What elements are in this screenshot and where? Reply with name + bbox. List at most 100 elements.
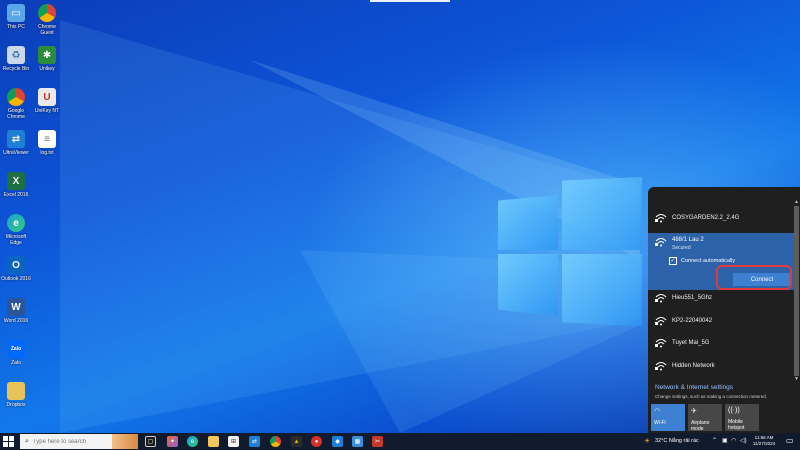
desktop-icon-recycle-bin[interactable]: ♻ Recycle Bin — [0, 46, 32, 72]
unikey-icon: ✱ — [38, 46, 56, 64]
wifi-secured-icon — [655, 294, 667, 303]
search-highlight-art — [112, 434, 138, 449]
desktop-icon-ultraviewer[interactable]: ⇄ UltraViewer — [0, 130, 32, 156]
drive-icon[interactable]: ▲ — [291, 436, 302, 447]
folder-icon — [7, 382, 25, 400]
network-name: Tuyet Mai_5G — [672, 340, 710, 346]
network-item-hieu551[interactable]: Hieu551_5Ghz — [648, 288, 794, 308]
tray-chevron-icon[interactable]: ⌃ — [712, 437, 717, 444]
clock-date: 11/27/2024 — [752, 441, 776, 446]
network-item-cosygarden[interactable]: COSYGARDEN2.2_2.4G — [648, 208, 794, 228]
scroll-up-arrow[interactable]: ▲ — [794, 199, 799, 205]
quick-action-label: Wi-Fi — [654, 420, 666, 426]
chrome-icon — [7, 88, 25, 106]
task-view-icon[interactable]: ▢ — [145, 436, 156, 447]
edge-icon[interactable]: e — [187, 436, 198, 447]
connect-button-highlight — [716, 265, 792, 290]
recycle-bin-icon: ♻ — [7, 46, 25, 64]
network-name: COSYGARDEN2.2_2.4G — [672, 215, 740, 221]
copilot-icon[interactable]: ✦ — [167, 436, 178, 447]
calculator-icon[interactable]: ▦ — [352, 436, 363, 447]
volume-icon[interactable]: ◁) — [740, 437, 747, 444]
logo-pane-bottom-right — [562, 254, 642, 326]
monitor-icon: ▭ — [7, 4, 25, 22]
desktop-icon-label: UniKey NT — [34, 108, 60, 114]
file-explorer-icon[interactable] — [208, 436, 219, 447]
desktop-icon-label: log.txt — [40, 150, 54, 156]
quick-action-label: Airplane mode — [691, 420, 710, 432]
desktop-icon-label: Outlook 2016 — [1, 276, 31, 282]
quick-action-label: Mobile hotspot — [728, 419, 745, 431]
logo-pane-bottom-left — [498, 254, 558, 316]
scroll-down-arrow[interactable]: ▼ — [794, 376, 799, 382]
top-indicator-bar — [370, 0, 450, 2]
app-tool-icon[interactable]: ✂ — [372, 436, 383, 447]
tray-app-icon[interactable]: ▣ — [722, 437, 728, 444]
network-name: Hieu551_5Ghz — [672, 295, 713, 301]
desktop-icon-label: Excel 2016 — [3, 192, 29, 198]
search-icon: ⌕ — [25, 437, 29, 445]
desktop-icon-word[interactable]: W Word 2016 — [0, 298, 32, 324]
desktop-icon-zalo[interactable]: Zalo Zalo — [0, 340, 32, 366]
ultraviewer-icon[interactable]: ⇄ — [249, 436, 260, 447]
unikey-nt-icon: U — [38, 88, 56, 106]
search-input[interactable] — [32, 438, 123, 445]
desktop-icon-unikey-nt[interactable]: U UniKey NT — [31, 88, 63, 114]
network-name: KP2-22040042 — [672, 318, 713, 324]
taskbar: ⌕ ▢ ✦ e ⊞ ⇄ ▲ ● ◆ ▦ ✂ ☀ 32°C Nắng rải rá… — [0, 433, 800, 450]
desktop-icon-label: Dropbox — [6, 402, 26, 408]
zalo-icon: Zalo — [7, 340, 25, 358]
text-file-icon: ≡ — [38, 130, 56, 148]
connect-automatically-row[interactable]: ✓ Connect automatically — [669, 257, 735, 265]
logo-pane-top-right — [562, 177, 642, 250]
desktop-icon-google-chrome[interactable]: Google Chrome — [0, 88, 32, 120]
excel-icon: X — [7, 172, 25, 190]
wifi-secured-icon — [655, 317, 667, 326]
wifi-secured-icon — [655, 214, 667, 223]
desktop-icon-label: Zalo — [11, 360, 21, 366]
desktop-icon-label: This PC — [7, 24, 25, 30]
start-button[interactable] — [3, 436, 14, 447]
desktop-icon-label: Word 2016 — [3, 318, 29, 324]
desktop-icon-log-file[interactable]: ≡ log.txt — [31, 130, 63, 156]
flyout-scrollbar[interactable] — [794, 206, 799, 376]
network-item-kp2[interactable]: KP2-22040042 — [648, 311, 794, 331]
weather-sun-icon: ☀ — [644, 438, 651, 445]
desktop-icon-chrome-guest[interactable]: Chrome Guest — [31, 4, 63, 36]
airplane-icon: ✈ — [691, 408, 697, 415]
network-settings-link[interactable]: Network & Internet settings — [655, 384, 733, 391]
ultraviewer-icon: ⇄ — [7, 130, 25, 148]
wifi-secured-icon — [655, 238, 667, 247]
network-tray-icon[interactable]: ◠ — [731, 437, 736, 444]
network-settings-subtitle: Change settings, such as making a connec… — [655, 394, 768, 399]
desktop-icon-label: UltraViewer — [3, 150, 29, 156]
taskbar-clock[interactable]: 11:56 AM 11/27/2024 — [748, 435, 780, 447]
desktop-icon-label: Chrome Guest — [38, 24, 56, 36]
desktop-icon-unikey[interactable]: ✱ Unikey — [31, 46, 63, 72]
network-item-tuyet-mai[interactable]: Tuyet Mai_5G — [648, 333, 794, 353]
network-status: Secured — [672, 245, 691, 251]
connect-automatically-checkbox[interactable]: ✓ — [669, 257, 677, 265]
app-red-icon[interactable]: ● — [311, 436, 322, 447]
chrome-icon[interactable] — [270, 436, 281, 447]
desktop-icon-this-pc[interactable]: ▭ This PC — [0, 4, 32, 30]
store-icon[interactable]: ⊞ — [228, 436, 239, 447]
notifications-icon[interactable]: ▭ — [786, 436, 794, 445]
desktop-icon-microsoft-edge[interactable]: e Microsoft Edge — [0, 214, 32, 246]
app-blue-icon[interactable]: ◆ — [332, 436, 343, 447]
connect-automatically-label: Connect automatically — [681, 258, 736, 264]
wifi-toggle-tile[interactable]: ◠ Wi-Fi — [651, 404, 685, 431]
hotspot-icon: ((·)) — [728, 407, 740, 414]
desktop-icon-excel[interactable]: X Excel 2016 — [0, 172, 32, 198]
chrome-icon — [38, 4, 56, 22]
logo-pane-top-left — [498, 195, 558, 250]
network-item-hidden[interactable]: Hidden Network — [648, 356, 794, 376]
word-icon: W — [7, 298, 25, 316]
desktop-icon-outlook[interactable]: O Outlook 2016 — [0, 256, 32, 282]
mobile-hotspot-tile[interactable]: ((·)) Mobile hotspot — [725, 404, 759, 431]
desktop-icon-label: Microsoft Edge — [5, 234, 27, 246]
desktop-icon-dropbox[interactable]: Dropbox — [0, 382, 32, 408]
airplane-mode-tile[interactable]: ✈ Airplane mode — [688, 404, 722, 432]
weather-text[interactable]: 32°C Nắng rải rác — [655, 438, 699, 444]
desktop-icon-label: Google Chrome — [7, 108, 25, 120]
